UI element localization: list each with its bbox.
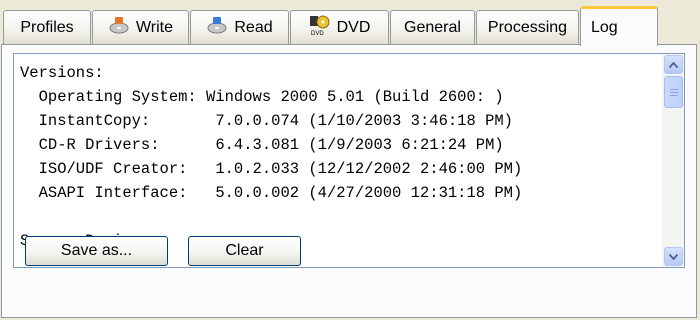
tab-label: General	[404, 18, 461, 36]
tab-processing[interactable]: Processing	[476, 10, 579, 44]
tab-dvd[interactable]: DVD DVD	[290, 10, 389, 44]
tab-label: Profiles	[20, 18, 74, 36]
log-line: Versions:	[20, 64, 104, 82]
tab-label: DVD	[336, 18, 371, 36]
log-line: ISO/UDF Creator: 1.0.2.033 (12/12/2002 2…	[20, 160, 523, 178]
vertical-scrollbar[interactable]	[662, 54, 684, 267]
tab-label: Write	[135, 18, 174, 36]
log-line: ASAPI Interface: 5.0.0.002 (4/27/2000 12…	[20, 184, 523, 202]
scroll-down-button[interactable]	[664, 247, 683, 266]
grip-line	[670, 95, 678, 96]
chevron-up-icon	[668, 59, 679, 71]
log-line: Operating System: Windows 2000 5.01 (Bui…	[20, 88, 504, 106]
cd-read-icon	[206, 15, 228, 40]
save-as-button[interactable]: Save as...	[25, 236, 168, 266]
tab-bar: Profiles Write Read DVD DVD General Proc…	[0, 0, 700, 46]
tab-label: Log	[591, 18, 618, 36]
cd-write-icon	[108, 15, 130, 40]
log-line: InstantCopy: 7.0.0.074 (1/10/2003 3:46:1…	[20, 112, 513, 130]
log-line: CD-R Drivers: 6.4.3.081 (1/9/2003 6:21:2…	[20, 136, 504, 154]
tab-log[interactable]: Log	[580, 6, 658, 46]
clear-button[interactable]: Clear	[188, 236, 301, 266]
log-text: Versions: Operating System: Windows 2000…	[20, 61, 522, 253]
tab-read[interactable]: Read	[190, 10, 289, 44]
tab-write[interactable]: Write	[92, 10, 189, 44]
scroll-thumb[interactable]	[664, 76, 683, 108]
log-panel: Versions: Operating System: Windows 2000…	[1, 44, 697, 318]
tab-general[interactable]: General	[390, 10, 475, 44]
svg-text:DVD: DVD	[311, 31, 324, 36]
tab-label: Read	[234, 18, 273, 36]
tab-label: Processing	[487, 18, 568, 36]
grip-line	[670, 89, 678, 90]
dvd-icon: DVD	[309, 14, 331, 41]
grip-line	[670, 92, 678, 93]
scroll-up-button[interactable]	[664, 55, 683, 74]
tab-profiles[interactable]: Profiles	[3, 10, 91, 44]
chevron-down-icon	[668, 251, 679, 263]
